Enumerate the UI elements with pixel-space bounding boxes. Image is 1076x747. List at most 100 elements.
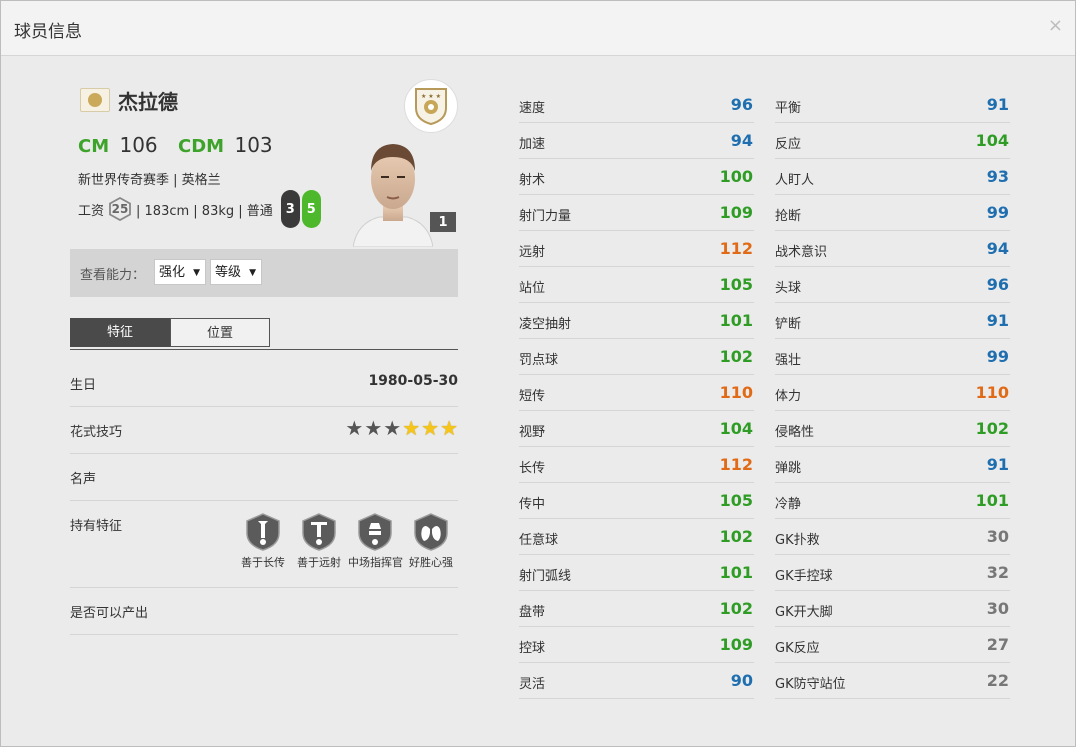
window-title: 球员信息 xyxy=(14,22,82,42)
stat-name: 强壮 xyxy=(775,353,802,368)
rank-badge: 1 xyxy=(430,212,456,232)
stat-row: 人盯人 93 xyxy=(775,159,1010,195)
stat-row: 远射 112 xyxy=(519,231,754,267)
wage-row: 工资 25 | 183cm | 83kg | 普通 3 5 xyxy=(78,190,321,228)
lungs-icon xyxy=(413,513,449,551)
stat-name: 盘带 xyxy=(519,605,546,620)
strong-foot: 5 xyxy=(301,190,321,228)
stat-name: 罚点球 xyxy=(519,353,559,368)
stat-row: 传中 105 xyxy=(519,483,754,519)
stat-row: 平衡 91 xyxy=(775,87,1010,123)
stat-row: 控球 109 xyxy=(519,627,754,663)
info-tabs: 特征 位置 xyxy=(70,318,458,350)
stat-row: 头球 96 xyxy=(775,267,1010,303)
stat-row: 凌空抽射 101 xyxy=(519,303,754,339)
stat-row: 弹跳 91 xyxy=(775,447,1010,483)
stat-row: 长传 112 xyxy=(519,447,754,483)
star-icon: ★ xyxy=(421,416,440,440)
trait-item[interactable]: 善于长传 xyxy=(236,513,290,570)
stat-name: 射门弧线 xyxy=(519,569,572,584)
stat-name: 短传 xyxy=(519,389,546,404)
stat-row: 任意球 102 xyxy=(519,519,754,555)
foot-ratings: 3 5 xyxy=(280,190,321,228)
producible-label: 是否可以产出 xyxy=(70,606,149,621)
icon-club-crest: ★ ★ ★ xyxy=(404,79,458,133)
stat-name: 站位 xyxy=(519,281,546,296)
ability-filter-bar: 查看能力： 强化 ▼ 等级 ▼ xyxy=(70,249,458,297)
stat-row: 盘带 102 xyxy=(519,591,754,627)
stat-row: 视野 104 xyxy=(519,411,754,447)
season-card-icon xyxy=(80,88,110,112)
svg-text:★ ★ ★: ★ ★ ★ xyxy=(421,93,441,100)
stat-name: GK反应 xyxy=(775,641,820,656)
trait-label: 善于远射 xyxy=(297,556,341,569)
stat-name: 冷静 xyxy=(775,497,802,512)
stat-name: 灵活 xyxy=(519,677,546,692)
trait-list: 善于长传 善于远射 中场指挥官 好胜心强 xyxy=(234,513,458,570)
stat-name: 人盯人 xyxy=(775,173,815,188)
long-shot-icon xyxy=(301,513,337,551)
fame-row: 名声 xyxy=(70,454,458,501)
stat-value: 99 xyxy=(986,203,1009,222)
stat-name: 射术 xyxy=(519,173,546,188)
star-icon: ★ xyxy=(440,416,458,440)
level-select[interactable]: 等级 ▼ xyxy=(210,259,262,285)
stat-row: 罚点球 102 xyxy=(519,339,754,375)
stat-row: GK扑救 30 xyxy=(775,519,1010,555)
stat-value: 93 xyxy=(986,167,1009,186)
stat-value: 101 xyxy=(719,563,753,582)
stat-name: 战术意识 xyxy=(775,245,828,260)
stat-value: 30 xyxy=(986,527,1009,546)
star-icon: ★ xyxy=(364,416,383,440)
stat-name: 远射 xyxy=(519,245,546,260)
trait-label: 中场指挥官 xyxy=(348,556,403,569)
stat-value: 99 xyxy=(986,347,1009,366)
trait-item[interactable]: 中场指挥官 xyxy=(348,513,403,570)
birthday-value: 1980-05-30 xyxy=(368,373,458,389)
stat-value: 102 xyxy=(719,347,753,366)
position-ratings: CM 106 CDM 103 xyxy=(78,133,273,157)
stat-row: 侵略性 102 xyxy=(775,411,1010,447)
physical-info: | 183cm | 83kg | 普通 xyxy=(136,203,273,219)
player-name-row: 杰拉德 xyxy=(80,87,178,114)
stat-value: 100 xyxy=(719,167,753,186)
stat-value: 112 xyxy=(719,455,753,474)
dropdown-arrow-icon: ▼ xyxy=(249,268,256,278)
player-info-window: 球员信息 × 杰拉德 CM 106 CDM 103 新世界传奇赛季 | 英格兰 … xyxy=(0,0,1076,747)
stat-name: 长传 xyxy=(519,461,546,476)
traits-label: 持有特征 xyxy=(70,519,123,534)
wage-value: 25 xyxy=(111,202,129,216)
stat-name: 平衡 xyxy=(775,101,802,116)
tab-position[interactable]: 位置 xyxy=(170,318,270,347)
stat-name: 速度 xyxy=(519,101,546,116)
stat-name: GK开大脚 xyxy=(775,605,833,620)
stat-value: 91 xyxy=(986,95,1009,114)
trait-item[interactable]: 善于远射 xyxy=(292,513,346,570)
close-icon[interactable]: × xyxy=(1048,15,1063,36)
title-bar: 球员信息 × xyxy=(1,1,1075,56)
tab-traits[interactable]: 特征 xyxy=(70,318,170,347)
stat-value: 90 xyxy=(730,671,753,690)
stat-value: 91 xyxy=(986,311,1009,330)
producible-row: 是否可以产出 xyxy=(70,588,458,635)
stat-value: 94 xyxy=(986,239,1009,258)
birthday-row: 生日 1980-05-30 xyxy=(70,350,458,407)
stat-row: 铲断 91 xyxy=(775,303,1010,339)
trait-item[interactable]: 好胜心强 xyxy=(404,513,458,570)
stat-name: 任意球 xyxy=(519,533,559,548)
stat-value: 101 xyxy=(975,491,1009,510)
stat-name: 头球 xyxy=(775,281,802,296)
stat-row: 加速 94 xyxy=(519,123,754,159)
upgrade-select[interactable]: 强化 ▼ xyxy=(154,259,206,285)
season-nation: 新世界传奇赛季 | 英格兰 xyxy=(78,173,221,188)
stat-row: 射门弧线 101 xyxy=(519,555,754,591)
stat-name: 控球 xyxy=(519,641,546,656)
stat-name: 射门力量 xyxy=(519,209,572,224)
level-select-value: 等级 xyxy=(215,265,242,280)
stat-row: 速度 96 xyxy=(519,87,754,123)
stat-row: GK开大脚 30 xyxy=(775,591,1010,627)
weak-foot: 3 xyxy=(280,190,300,228)
stat-value: 30 xyxy=(986,599,1009,618)
stat-value: 91 xyxy=(986,455,1009,474)
stat-name: GK防守站位 xyxy=(775,677,846,692)
